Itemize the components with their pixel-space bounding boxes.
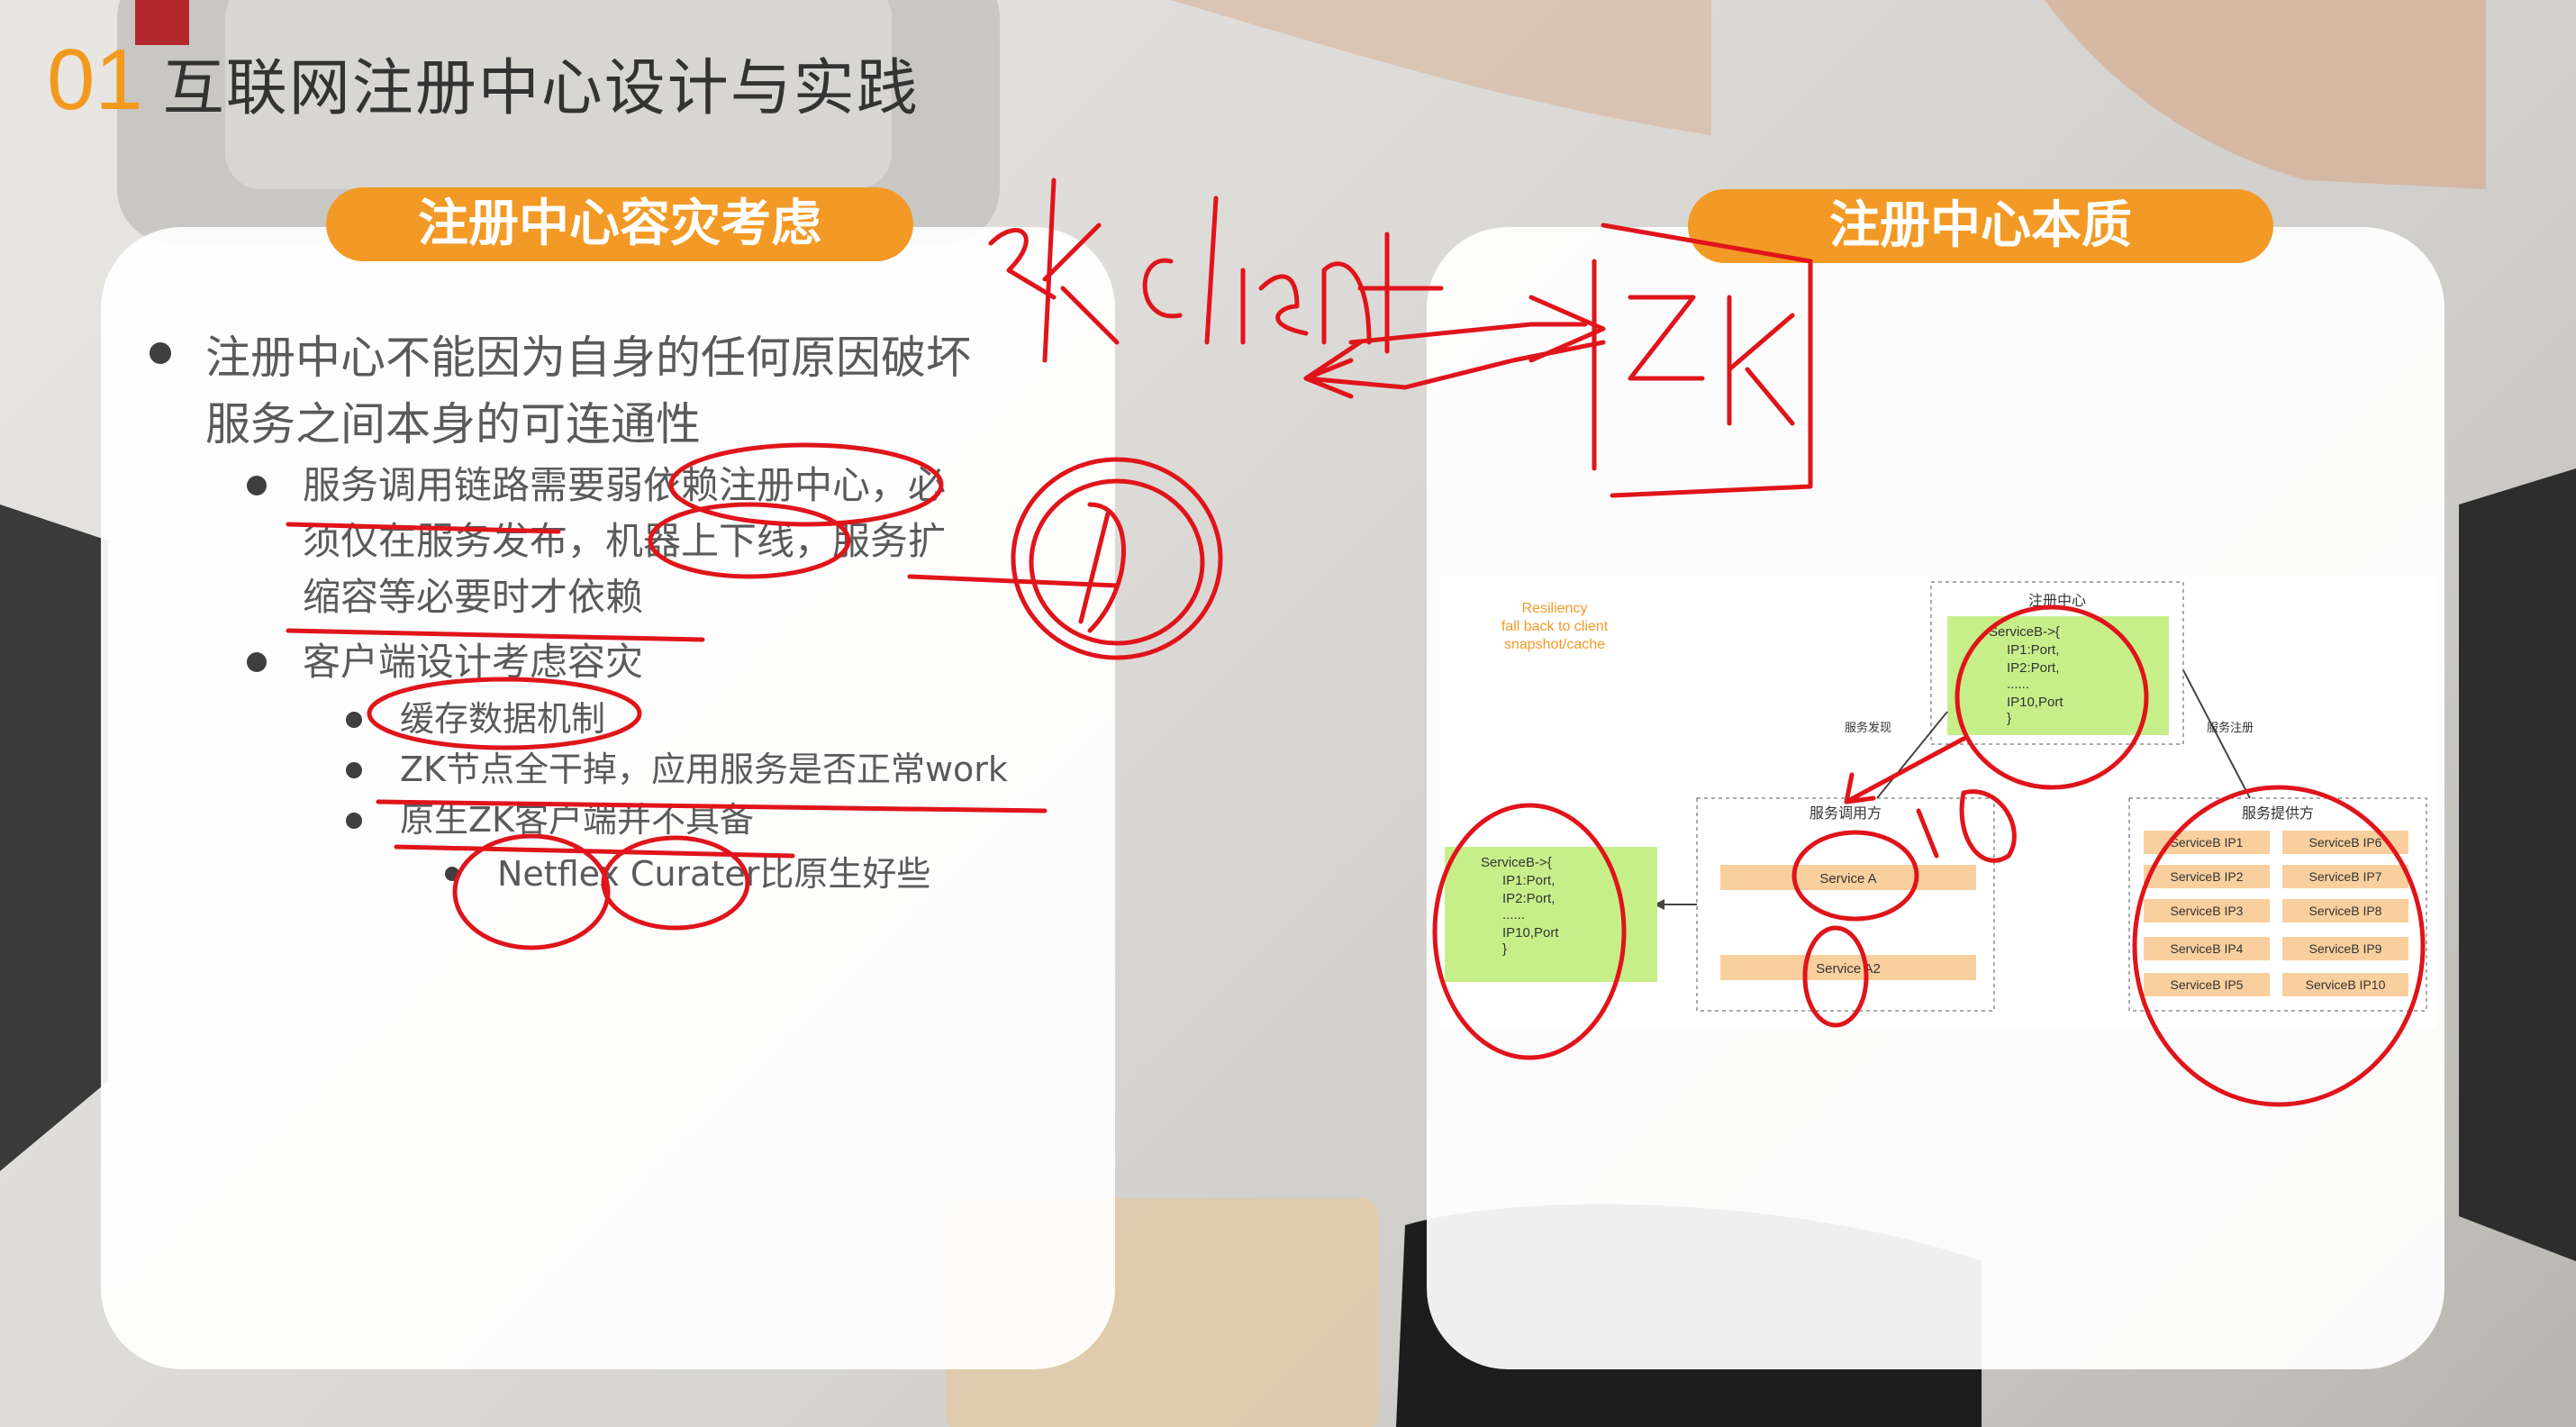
consumer-service-a2-label: Service A2 xyxy=(1816,961,1881,977)
bullet-l1-line2: 服务之间本身的可连通性 xyxy=(205,398,701,450)
resiliency-line2: fall back to client xyxy=(1501,619,1609,634)
provider-service: ServiceB IP10 xyxy=(2306,977,2386,992)
provider-service: ServiceB IP1 xyxy=(2171,835,2244,850)
consumer-label: 服务调用方 xyxy=(1810,805,1882,822)
provider-service: ServiceB IP6 xyxy=(2309,835,2382,850)
provider-service: ServiceB IP4 xyxy=(2171,941,2244,956)
bullet-dot xyxy=(247,652,267,672)
slide-number: 01 xyxy=(47,32,143,128)
hand-right-shape xyxy=(2045,0,2486,189)
bullet-l3-zk-down: ZK节点全干掉，应用服务是否正常work xyxy=(400,750,1008,789)
bullet-l4-curator: Netflex Curater比原生好些 xyxy=(497,854,931,894)
registry-entry: IP10,Port xyxy=(2007,695,2064,710)
cache-entry: ...... xyxy=(1502,907,1525,923)
keyboard-left-shape xyxy=(0,504,108,1171)
registry-entry: } xyxy=(2007,711,2011,726)
registry-entry: ...... xyxy=(2007,677,2029,692)
right-panel-header: 注册中心本质 xyxy=(1688,189,2273,263)
register-label: 服务注册 xyxy=(2207,721,2254,734)
cache-entry: IP2:Port, xyxy=(1502,891,1555,906)
bullet-l2-line2: 须仅在服务发布，机器上下线，服务扩 xyxy=(303,519,947,563)
bullet-l2-line3: 缩容等必要时才依赖 xyxy=(303,575,644,619)
cache-entry: } xyxy=(1502,941,1507,957)
consumer-service-a-label: Service A xyxy=(1819,871,1876,886)
bullet-dot xyxy=(346,712,362,728)
resiliency-line3: snapshot/cache xyxy=(1504,637,1605,652)
bullet-l1-line1: 注册中心不能因为自身的任何原因破坏 xyxy=(205,332,971,384)
bullet-l2-line1: 服务调用链路需要弱依赖注册中心，必 xyxy=(303,463,947,507)
discover-label: 服务发现 xyxy=(1845,721,1891,734)
hand-left-shape xyxy=(1171,0,1711,135)
bullet-dot xyxy=(346,813,362,829)
registry-label: 注册中心 xyxy=(2028,593,2086,609)
provider-service: ServiceB IP8 xyxy=(2309,904,2382,918)
bullet-l3-cache: 缓存数据机制 xyxy=(400,699,606,739)
provider-service: ServiceB IP2 xyxy=(2171,869,2244,884)
bullet-dot xyxy=(346,762,362,778)
cache-entry: ServiceB->{ xyxy=(1481,855,1552,870)
registry-entry: IP1:Port, xyxy=(2007,642,2059,658)
provider-service: ServiceB IP7 xyxy=(2309,869,2382,884)
provider-label: 服务提供方 xyxy=(2242,805,2314,822)
slide-title-text: 互联网注册中心设计与实践 xyxy=(162,53,920,124)
bullet-dot xyxy=(150,342,171,364)
left-panel-header: 注册中心容灾考虑 xyxy=(326,187,913,261)
resiliency-line1: Resiliency xyxy=(1522,601,1588,616)
bullet-l2-client: 客户端设计考虑容灾 xyxy=(303,640,644,684)
provider-service: ServiceB IP3 xyxy=(2171,904,2244,918)
provider-service: ServiceB IP9 xyxy=(2309,941,2382,956)
bullet-l3-native-zk: 原生ZK客户端并不具备 xyxy=(400,800,754,840)
registry-entry: ServiceB->{ xyxy=(1989,624,2060,640)
cache-entry: IP10,Port xyxy=(1502,925,1559,941)
bullet-dot xyxy=(445,867,459,881)
registry-diagram: Resiliency fall back to client snapshot/… xyxy=(1439,577,2435,1027)
bullet-dot xyxy=(247,476,267,495)
cache-entry: IP1:Port, xyxy=(1502,873,1555,888)
provider-service: ServiceB IP5 xyxy=(2171,977,2244,992)
slide-title: 01 互联网注册中心设计与实践 xyxy=(47,31,920,130)
registry-entry: IP2:Port, xyxy=(2007,660,2059,676)
keyboard-right-shape xyxy=(2459,468,2576,1261)
